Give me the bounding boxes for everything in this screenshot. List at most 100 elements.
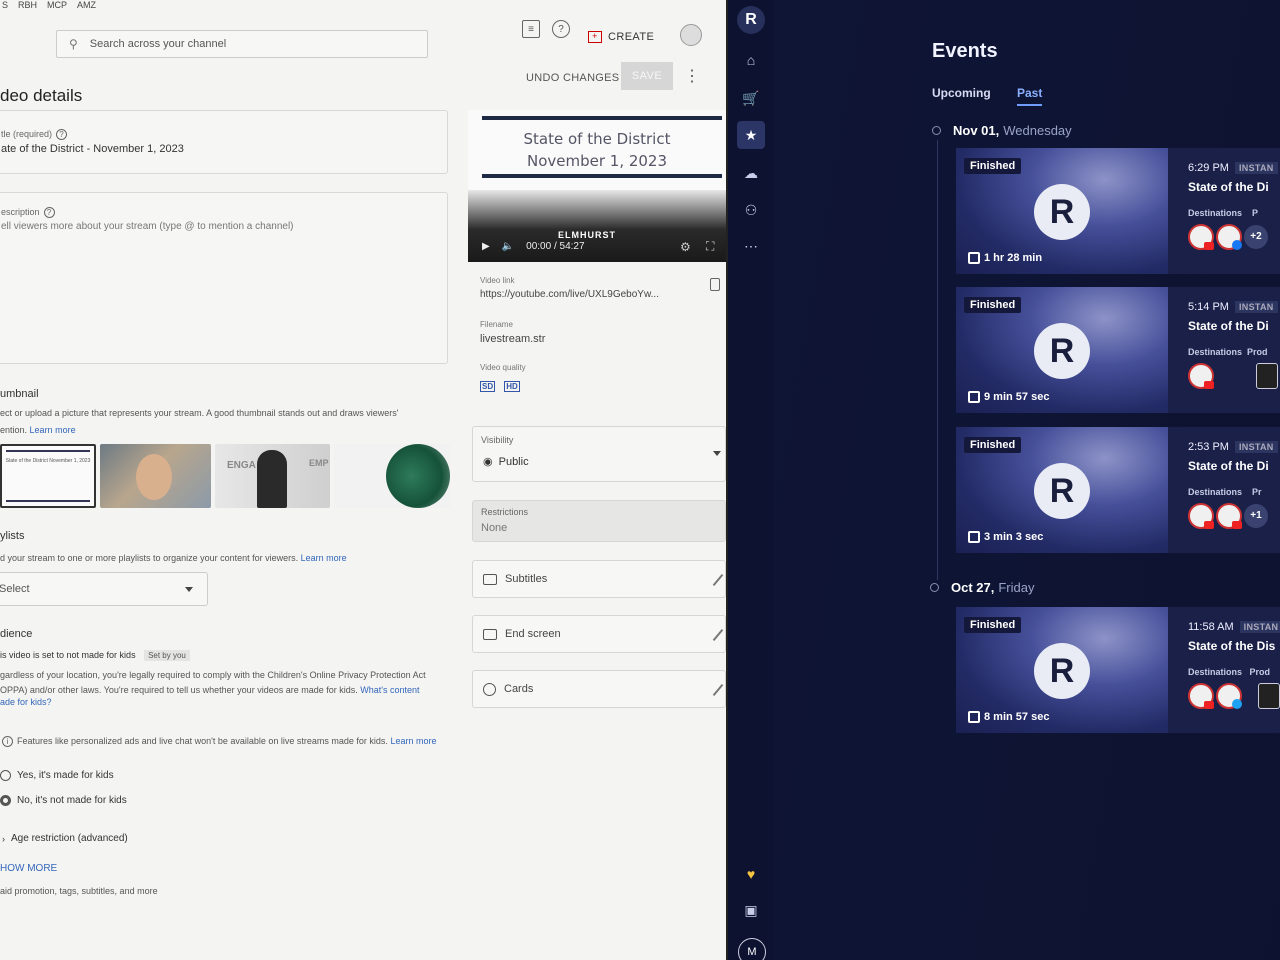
search-placeholder: Search across your channel: [89, 38, 227, 50]
event-thumbnail: Finished R 1 hr 28 min: [956, 148, 1168, 274]
more-destinations-badge: +1: [1244, 504, 1268, 528]
thumbnail-option[interactable]: State of the District November 1, 2023: [0, 444, 96, 508]
video-link[interactable]: https://youtube.com/live/UXL9GeboYw...: [480, 289, 659, 300]
made-for-kids-link[interactable]: ade for kids?: [0, 697, 52, 707]
thumbnail-text: State of the District November 1, 2023: [5, 458, 91, 464]
destinations-label: Destinations Prod: [1188, 347, 1268, 357]
chevron-down-icon: [185, 587, 193, 592]
playlist-select[interactable]: Select: [0, 572, 208, 606]
help-icon[interactable]: ?: [552, 20, 570, 38]
subtitles-icon: [483, 573, 497, 585]
show-more-button[interactable]: HOW MORE: [0, 863, 57, 874]
page-title: Events: [932, 40, 998, 62]
fullscreen-icon[interactable]: ⛶: [706, 239, 714, 254]
end-screen-row[interactable]: End screen: [472, 615, 726, 653]
cards-row[interactable]: Cards: [472, 670, 726, 708]
play-icon[interactable]: ▶: [482, 241, 490, 252]
playlists-description: d your stream to one or more playlists t…: [0, 553, 347, 563]
visibility-select[interactable]: Visibility ◉ Public: [472, 426, 726, 482]
edit-pencil-icon[interactable]: [712, 628, 724, 642]
radio-button[interactable]: [0, 770, 11, 781]
more-options-icon[interactable]: ⋮: [684, 66, 700, 86]
set-by-badge: Set by you: [144, 650, 190, 661]
page-title: deo details: [0, 86, 83, 105]
radio-label: Yes, it's made for kids: [17, 770, 114, 781]
bookmarks-bar: S RBH MCP AMZ: [0, 0, 726, 12]
home-icon[interactable]: ⌂: [741, 50, 761, 70]
video-quality-badges: SD HD: [480, 380, 526, 392]
feedback-icon[interactable]: ≡: [522, 20, 540, 38]
create-label: CREATE: [608, 31, 655, 43]
bookmark-item[interactable]: RBH: [18, 0, 37, 12]
event-title: State of the Dis: [1188, 639, 1276, 653]
end-screen-icon: [483, 628, 497, 640]
radio-not-made-for-kids[interactable]: No, it's not made for kids: [0, 795, 127, 806]
radio-button-selected[interactable]: [0, 795, 11, 806]
title-field[interactable]: tle (required)? ate of the District - No…: [0, 110, 448, 174]
audience-title: dience: [0, 628, 33, 640]
learn-more-link[interactable]: Learn more: [30, 425, 76, 435]
cart-icon[interactable]: 🛒: [741, 88, 761, 108]
info-icon: i: [2, 736, 13, 747]
thumbnail-option[interactable]: ENGA EMP: [215, 444, 330, 508]
tab-upcoming[interactable]: Upcoming: [932, 86, 991, 100]
bookmark-item[interactable]: S: [2, 0, 8, 12]
learn-more-link[interactable]: Learn more: [390, 736, 436, 746]
event-card[interactable]: Finished R 1 hr 28 min 6:29 PM INSTAN Sta…: [956, 148, 1280, 274]
audience-legal-2: OPPA) and/or other laws. You're required…: [0, 685, 420, 695]
timeline-dot: [930, 583, 939, 592]
quality-badge: SD: [480, 381, 496, 392]
age-restriction-toggle[interactable]: › Age restriction (advanced): [2, 833, 128, 844]
bookmark-item[interactable]: AMZ: [77, 0, 96, 12]
status-badge: Finished: [964, 158, 1022, 174]
restream-logo[interactable]: R: [737, 6, 765, 34]
event-avatar: R: [1034, 463, 1090, 519]
day-label: Friday: [998, 580, 1035, 595]
event-info: 5:14 PM INSTAN State of the Di Destinatio…: [1168, 287, 1280, 413]
settings-gear-icon[interactable]: ⚙: [680, 240, 691, 254]
undo-changes-button[interactable]: UNDO CHANGES: [526, 72, 619, 84]
bookmark-item[interactable]: MCP: [47, 0, 67, 12]
destination-icons: +1: [1188, 503, 1280, 529]
youtube-destination-icon: [1188, 683, 1214, 709]
people-icon[interactable]: ⚇: [741, 200, 761, 220]
date-label: Nov 01,: [953, 123, 1000, 138]
create-video-icon: +: [588, 31, 602, 43]
event-title: State of the Di: [1188, 180, 1269, 194]
show-more-subtext: aid promotion, tags, subtitles, and more: [0, 886, 158, 896]
heart-icon[interactable]: ♥: [741, 864, 761, 884]
event-card[interactable]: Finished R 9 min 57 sec 5:14 PM INSTAN St…: [956, 287, 1280, 413]
duration-icon: [968, 711, 980, 723]
restrictions-field: Restrictions None: [472, 500, 726, 542]
user-avatar[interactable]: M: [738, 938, 766, 960]
help-icon: ?: [56, 129, 68, 140]
edit-pencil-icon[interactable]: [712, 573, 724, 587]
gift-icon[interactable]: ▣: [741, 900, 761, 920]
cloud-icon[interactable]: ☁: [741, 163, 761, 183]
twitter-destination-icon: [1216, 683, 1242, 709]
search-input[interactable]: ⚲ Search across your channel: [56, 30, 428, 58]
preview-title: State of the District November 1, 2023: [523, 130, 671, 170]
create-button[interactable]: + CREATE: [588, 26, 654, 48]
more-icon[interactable]: ⋯: [741, 236, 761, 256]
calendar-star-icon[interactable]: ★: [737, 121, 765, 149]
event-card[interactable]: Finished R 3 min 3 sec 2:53 PM INSTAN Sta…: [956, 427, 1280, 553]
tab-past[interactable]: Past: [1017, 86, 1042, 100]
video-player[interactable]: ELMHURST ▶ 🔈 00:00 / 54:27 ⚙ ⛶: [468, 190, 726, 262]
facebook-destination-icon: [1216, 224, 1242, 250]
save-button[interactable]: SAVE: [621, 62, 673, 90]
event-info: 6:29 PM INSTAN State of the Di Destinatio…: [1168, 148, 1280, 274]
copy-icon[interactable]: [710, 278, 720, 291]
subtitles-row[interactable]: Subtitles: [472, 560, 726, 598]
event-card[interactable]: Finished R 8 min 57 sec 11:58 AM INSTAN S…: [956, 607, 1280, 733]
edit-pencil-icon[interactable]: [712, 683, 724, 697]
event-type-badge: INSTAN: [1239, 621, 1280, 633]
channel-avatar[interactable]: [680, 24, 702, 46]
whats-content-link[interactable]: What's content: [360, 685, 419, 695]
learn-more-link[interactable]: Learn more: [301, 553, 347, 563]
thumbnail-option[interactable]: [100, 444, 211, 508]
description-field[interactable]: escription? ell viewers more about your …: [0, 192, 448, 364]
thumbnail-option[interactable]: [334, 444, 450, 508]
volume-icon[interactable]: 🔈: [502, 241, 514, 252]
radio-made-for-kids[interactable]: Yes, it's made for kids: [0, 770, 114, 781]
